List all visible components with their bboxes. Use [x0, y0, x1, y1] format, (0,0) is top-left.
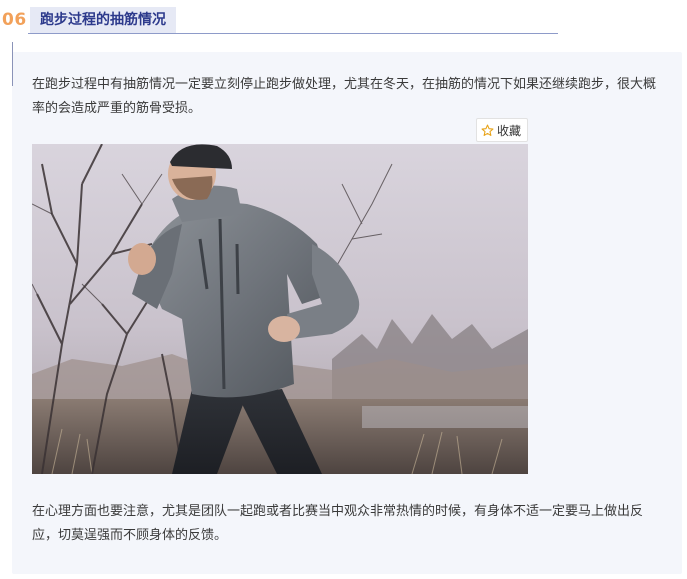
section-heading: 06 跑步过程的抽筋情况: [0, 6, 176, 34]
card-left-accent: [12, 42, 13, 86]
section-number: 06: [2, 10, 27, 30]
runner-photo: [32, 144, 528, 474]
paragraph-intro: 在跑步过程中有抽筋情况一定要立刻停止跑步做处理，尤其在冬天，在抽筋的情况下如果还…: [32, 77, 657, 116]
heading-underline: [28, 33, 558, 34]
favorite-button[interactable]: 收藏: [476, 118, 529, 142]
star-outline-icon: [481, 124, 497, 137]
favorite-label: 收藏: [497, 123, 522, 138]
paragraph-advice: 在心理方面也要注意，尤其是团队一起跑或者比赛当中观众非常热情的时候，有身体不适一…: [32, 504, 644, 543]
section-title: 跑步过程的抽筋情况: [30, 7, 176, 33]
